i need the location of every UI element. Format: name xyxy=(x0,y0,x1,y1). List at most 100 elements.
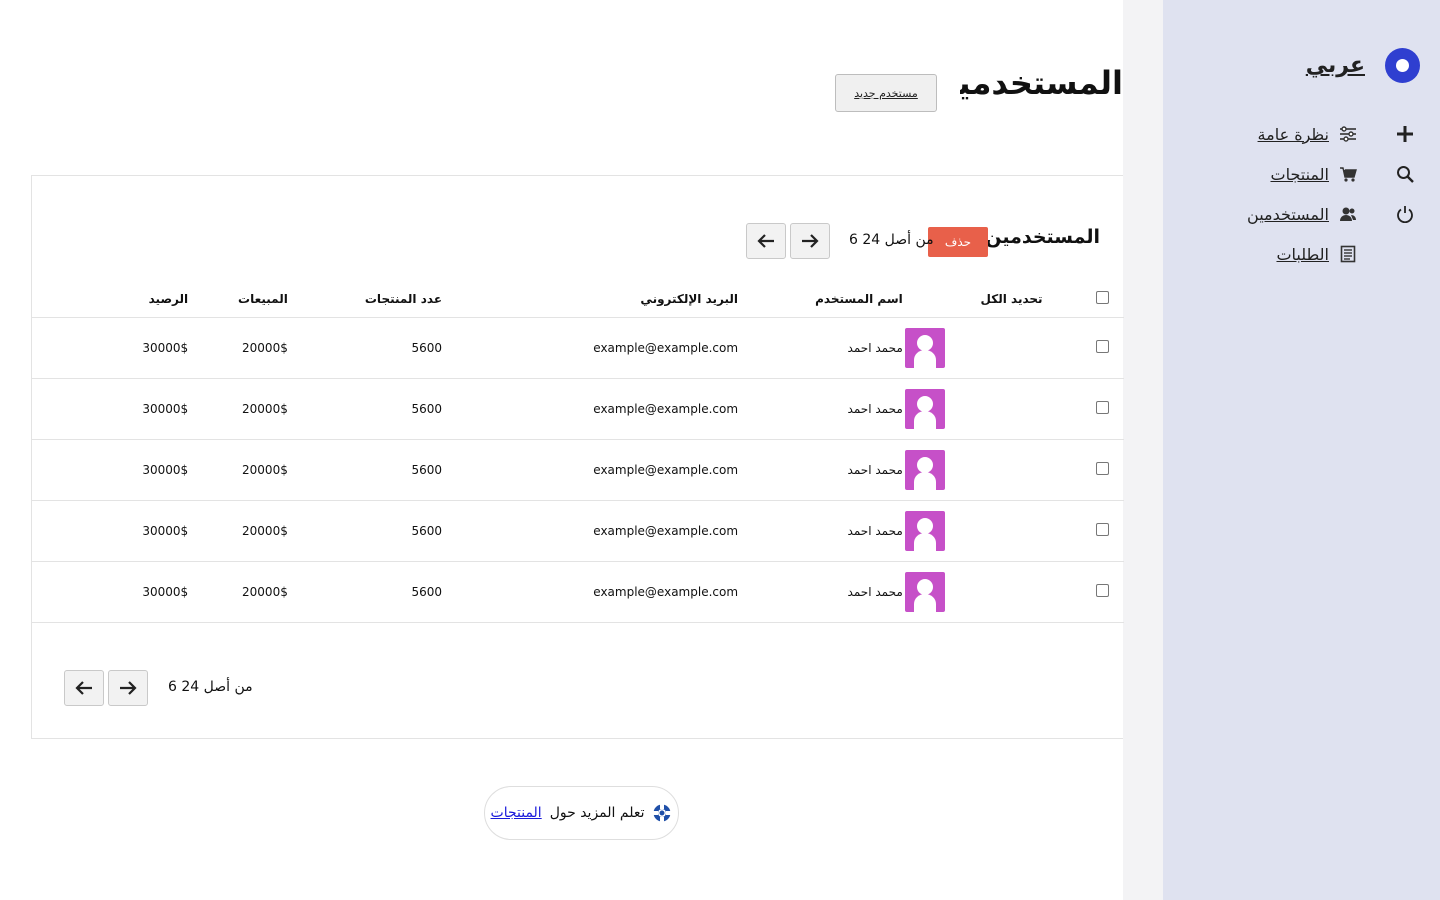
cell-email: example@example.com xyxy=(442,560,739,623)
header-email: البريد الإلكتروني xyxy=(640,291,739,306)
avatar xyxy=(904,388,945,429)
search-icon[interactable] xyxy=(1394,163,1416,185)
cell-balance: 30000$ xyxy=(32,560,189,623)
avatar xyxy=(904,510,945,551)
cell-select xyxy=(1042,499,1124,561)
cell-avatar xyxy=(902,438,1043,500)
sidebar-item-users[interactable]: المستخدمين xyxy=(1247,203,1357,225)
sidebar-item-label: المنتجات xyxy=(1270,164,1330,184)
cart-icon xyxy=(1339,165,1357,183)
next-page-button[interactable] xyxy=(790,223,830,259)
cell-products: 5600 xyxy=(287,438,443,500)
cell-balance: 30000$ xyxy=(32,438,189,500)
row-checkbox[interactable] xyxy=(1095,339,1109,353)
brand[interactable]: عربي xyxy=(1306,48,1420,83)
avatar xyxy=(904,327,945,368)
document-icon xyxy=(1339,245,1357,263)
bottom-prev-page-button[interactable] xyxy=(64,670,104,706)
cell-balance: 30000$ xyxy=(32,316,189,378)
cell-username: محمد احمد xyxy=(738,316,903,378)
header-sales: المبيعات xyxy=(238,291,288,306)
arrow-right-icon xyxy=(802,234,819,248)
cell-username: محمد احمد xyxy=(738,438,903,500)
sidebar-item-label: نظرة عامة xyxy=(1257,124,1329,144)
select-all-cell xyxy=(1043,281,1124,317)
cell-products: 5600 xyxy=(287,377,443,439)
cell-sales: 20000$ xyxy=(188,560,288,623)
cell-select xyxy=(1042,438,1124,500)
header-products: عدد المنتجات xyxy=(364,291,443,306)
select-all-checkbox[interactable] xyxy=(1095,290,1109,304)
cell-email: example@example.com xyxy=(442,316,739,378)
cell-avatar xyxy=(902,377,1043,439)
sidebar-nav: نظرة عامة المنتجات المستخدمين الطلبات xyxy=(1247,123,1357,265)
row-checkbox[interactable] xyxy=(1095,400,1109,414)
cell-products: 5600 xyxy=(287,560,443,623)
cell-email: example@example.com xyxy=(442,499,739,561)
power-icon[interactable] xyxy=(1394,203,1416,225)
cell-select xyxy=(1042,560,1124,623)
cell-avatar xyxy=(902,316,1043,378)
cell-avatar xyxy=(902,499,1043,561)
delete-button[interactable]: حذف xyxy=(928,227,988,257)
sidebar-item-overview[interactable]: نظرة عامة xyxy=(1247,123,1357,145)
cell-products: 5600 xyxy=(287,316,443,378)
learn-more-link[interactable]: المنتجات xyxy=(491,805,542,821)
cell-sales: 20000$ xyxy=(188,377,288,439)
table-row: 30000$ 20000$ 5600 example@example.com م… xyxy=(32,316,1124,378)
bottom-next-page-button[interactable] xyxy=(108,670,148,706)
cell-email: example@example.com xyxy=(442,377,739,439)
cell-username: محمد احمد xyxy=(738,499,903,561)
lifebuoy-icon xyxy=(653,804,672,822)
cell-select xyxy=(1042,377,1124,439)
table-row: 30000$ 20000$ 5600 example@example.com م… xyxy=(32,377,1124,439)
users-card: المستخدمين حذف 6 من أصل 24 الرصيد المبيع… xyxy=(31,175,1124,739)
header-select-all: تحديد الكل xyxy=(980,291,1043,306)
avatar xyxy=(904,571,945,612)
table-header-row: الرصيد المبيعات عدد المنتجات البريد الإل… xyxy=(32,281,1124,317)
cell-username: محمد احمد xyxy=(738,377,903,439)
cell-avatar xyxy=(902,560,1043,623)
arrow-left-icon xyxy=(75,681,92,695)
sliders-icon xyxy=(1339,125,1357,143)
sidebar-actions xyxy=(1394,123,1416,225)
table-row: 30000$ 20000$ 5600 example@example.com م… xyxy=(32,499,1124,561)
cell-balance: 30000$ xyxy=(32,377,189,439)
row-checkbox[interactable] xyxy=(1095,522,1109,536)
bottom-pager-count: 6 من أصل 24 xyxy=(168,679,253,695)
cell-sales: 20000$ xyxy=(188,499,288,561)
users-icon xyxy=(1339,205,1357,223)
page-title: المستخدمين xyxy=(960,64,1123,102)
cell-sales: 20000$ xyxy=(188,316,288,378)
sidebar-item-label: الطلبات xyxy=(1276,244,1329,264)
new-user-button[interactable]: مستخدم جديد xyxy=(835,74,937,112)
row-checkbox[interactable] xyxy=(1095,583,1109,597)
page-title-wrapper: المستخدمين xyxy=(960,60,1123,110)
brand-name[interactable]: عربي xyxy=(1306,53,1365,78)
cell-sales: 20000$ xyxy=(188,438,288,500)
sidebar-gutter xyxy=(1123,0,1163,900)
learn-more-pill: تعلم المزيد حول المنتجات xyxy=(484,786,679,840)
cell-products: 5600 xyxy=(287,499,443,561)
table-row: 30000$ 20000$ 5600 example@example.com م… xyxy=(32,560,1124,623)
header-username: اسم المستخدم xyxy=(815,291,903,306)
cell-email: example@example.com xyxy=(442,438,739,500)
sidebar: عربي نظرة عامة المنتجات المستخدمين الطلب… xyxy=(1163,0,1440,900)
arrow-right-icon xyxy=(120,681,137,695)
prev-page-button[interactable] xyxy=(746,223,786,259)
sidebar-item-products[interactable]: المنتجات xyxy=(1247,163,1357,185)
plus-icon[interactable] xyxy=(1394,123,1416,145)
users-table: الرصيد المبيعات عدد المنتجات البريد الإل… xyxy=(32,281,1124,623)
sidebar-item-orders[interactable]: الطلبات xyxy=(1247,243,1357,265)
cell-select xyxy=(1042,316,1124,378)
avatar xyxy=(904,449,945,490)
cell-username: محمد احمد xyxy=(738,560,903,623)
header-balance: الرصيد xyxy=(148,291,189,306)
brand-logo-icon xyxy=(1385,48,1420,83)
sidebar-item-label: المستخدمين xyxy=(1247,204,1329,224)
row-checkbox[interactable] xyxy=(1095,461,1109,475)
card-title: المستخدمين xyxy=(985,226,1100,248)
table-row: 30000$ 20000$ 5600 example@example.com م… xyxy=(32,438,1124,500)
arrow-left-icon xyxy=(757,234,774,248)
pager-count: 6 من أصل 24 xyxy=(849,232,934,248)
